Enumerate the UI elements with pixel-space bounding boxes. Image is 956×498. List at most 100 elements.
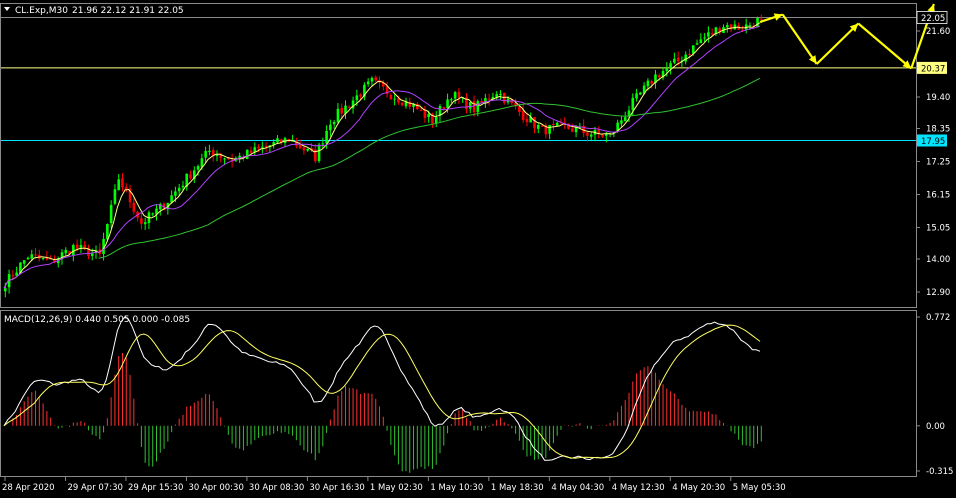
candle-body: [306, 148, 309, 151]
candle-body: [499, 93, 502, 96]
candle-body: [453, 92, 457, 99]
candle-body: [623, 117, 627, 122]
candle-body: [374, 77, 378, 81]
time-tick-label: 30 Apr 16:30: [309, 483, 364, 493]
time-tick-label: 30 Apr 08:30: [249, 483, 304, 493]
candle-body: [355, 95, 359, 101]
candle-body: [586, 132, 589, 136]
candle-body: [525, 119, 529, 123]
candle-body: [669, 63, 672, 69]
time-tick-label: 1 May 02:30: [370, 483, 423, 493]
candle-body: [106, 223, 109, 240]
candle-body: [710, 33, 714, 35]
candle-body: [302, 147, 306, 151]
candle-body: [434, 116, 438, 124]
candle-body: [121, 178, 124, 188]
candle-body: [389, 94, 393, 100]
candle-body: [321, 143, 325, 145]
candle-body: [631, 97, 635, 111]
candle-body: [476, 101, 480, 113]
time-tick-label: 28 Apr 2020: [2, 483, 55, 493]
time-tick-label: 4 May 04:30: [551, 483, 604, 493]
time-tick-label: 1 May 18:30: [491, 483, 544, 493]
candle-body: [639, 92, 642, 95]
price-level-label: 17.95: [921, 137, 945, 147]
price-tick-label: 18.35: [926, 125, 950, 135]
candle-body: [748, 25, 752, 27]
candle-body: [703, 37, 706, 39]
candle-body: [140, 218, 143, 224]
candle-body: [317, 144, 321, 162]
price-tick: 22.05: [916, 11, 948, 24]
candle-body: [665, 67, 669, 71]
candle-body: [15, 272, 18, 276]
candle-body: [189, 174, 192, 179]
price-tick-label: 12.90: [926, 288, 950, 298]
candle-body: [177, 187, 181, 192]
candle-body: [249, 150, 253, 153]
candle-body: [589, 134, 593, 137]
time-tick-label: 29 Apr 07:30: [67, 483, 122, 493]
macd-tick-label: -0.315: [926, 467, 953, 477]
candle-body: [11, 275, 15, 277]
candle-body: [347, 106, 351, 108]
macd-tick-label: 0.00: [926, 422, 945, 432]
candle-body: [257, 146, 260, 149]
candle-body: [468, 102, 472, 109]
candle-body: [223, 158, 226, 160]
candle-body: [204, 151, 207, 158]
time-tick-label: 29 Apr 15:30: [128, 483, 183, 493]
candle: [756, 16, 759, 28]
candle: [245, 149, 249, 160]
price-tick-label: 17.25: [926, 158, 950, 168]
candle-body: [340, 107, 344, 114]
candle-body: [487, 98, 491, 100]
price-tick: 17.95: [917, 134, 947, 147]
price-level-label: 20.37: [921, 64, 945, 74]
candle-body: [627, 110, 631, 117]
price-tick-label: 14.00: [926, 255, 950, 265]
candle-body: [90, 253, 94, 256]
candle-body: [601, 134, 604, 137]
chart-canvas[interactable]: 22.05 21.60 20.37 19.40 18.35 17.95 17.25 16.15…: [0, 0, 956, 494]
candle-body: [22, 260, 26, 264]
candle-body: [707, 32, 710, 37]
candle-body: [605, 134, 608, 136]
candle-body: [109, 204, 113, 224]
candle-body: [419, 109, 423, 111]
price-tick-label: 16.15: [926, 191, 950, 201]
candle-body: [41, 258, 45, 260]
candle-body: [215, 154, 219, 156]
candle-body: [536, 125, 540, 129]
time-tick-label: 5 May 05:30: [733, 483, 786, 493]
candle-body: [635, 93, 638, 99]
candle-body: [332, 121, 336, 125]
candle-body: [124, 186, 128, 190]
candle-body: [699, 39, 703, 44]
candle-body: [181, 185, 185, 188]
symbol-label: CL.Exp,M30: [15, 6, 68, 16]
price-tick: 20.37: [917, 61, 947, 74]
candle-body: [540, 125, 544, 127]
candle-body: [34, 254, 37, 256]
candle-body: [26, 257, 30, 260]
candle-body: [196, 166, 200, 170]
time-tick-label: 4 May 12:30: [612, 483, 665, 493]
candle-body: [75, 244, 79, 249]
time-tick-label: 1 May 10:30: [430, 483, 483, 493]
price-current-label: 22.05: [921, 14, 945, 24]
candle-body: [329, 124, 332, 131]
candle-body: [64, 249, 68, 254]
candle-body: [457, 91, 461, 98]
chart-window: 22.05 21.60 20.37 19.40 18.35 17.95 17.25 16.15…: [0, 0, 956, 494]
candle-body: [132, 202, 136, 212]
candle-body: [79, 245, 83, 248]
candle-body: [208, 150, 211, 152]
macd-tick-label: 0.772: [926, 313, 950, 323]
candle-body: [359, 94, 362, 97]
candle-body: [555, 122, 559, 126]
time-tick-label: 4 May 20:30: [672, 483, 725, 493]
candle-body: [200, 158, 204, 168]
candle-body: [472, 101, 476, 113]
candle-body: [298, 144, 302, 149]
